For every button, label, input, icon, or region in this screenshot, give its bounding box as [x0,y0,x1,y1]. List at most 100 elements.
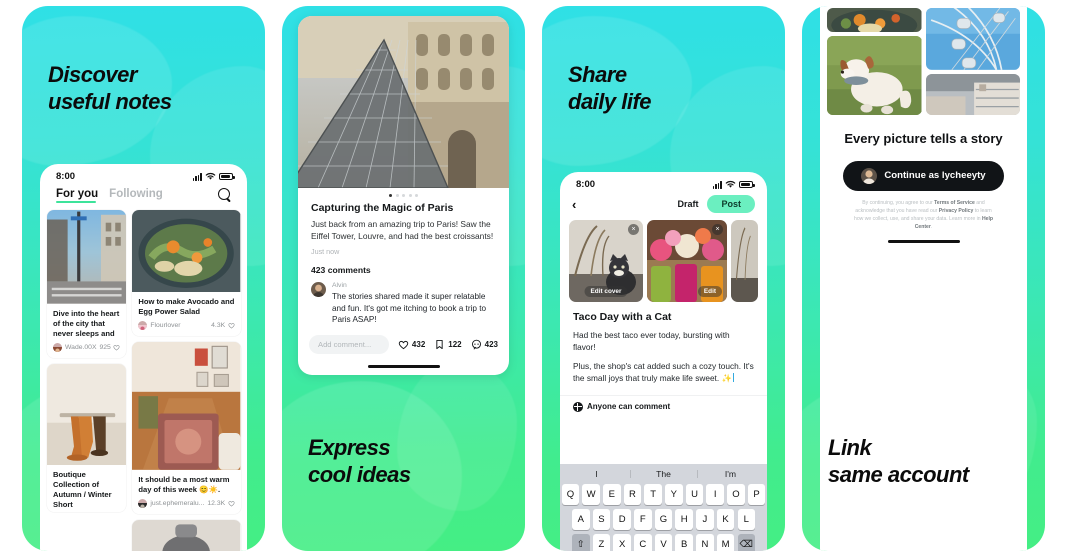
add-comment-input[interactable]: Add comment... [309,334,389,354]
key-k[interactable]: K [716,509,735,530]
card-image [132,210,241,293]
feed-column-left: Dive into the heart of the city that nev… [47,210,127,551]
suggestion[interactable]: The [630,469,697,479]
note-title: Capturing the Magic of Paris [311,202,454,214]
note-detail-card: Capturing the Magic of Paris Just back f… [298,16,509,375]
card-username[interactable]: just.ephemeralu... [150,500,204,507]
card-likes[interactable]: 925 [100,344,121,351]
key-a[interactable]: A [572,509,590,530]
edit-chip[interactable]: Edit [697,286,722,297]
edit-cover-chip[interactable]: Edit cover [584,286,628,297]
key-p[interactable]: P [747,484,766,505]
bookmark-icon [436,339,443,349]
photo-street[interactable] [925,73,1021,116]
comment-permission[interactable]: Anyone can comment [560,394,767,420]
carousel-dots[interactable] [298,188,509,199]
suggestion[interactable]: I'm [697,469,764,479]
avatar[interactable] [311,282,326,298]
heart-icon [228,500,235,507]
draft-button[interactable]: Draft [677,199,698,209]
tab-following[interactable]: Following [109,188,163,203]
suggestion[interactable]: I [563,469,630,479]
comment-reply-count: 423 [484,339,498,349]
photo-grid [820,6,1027,116]
comment-action[interactable]: 423 [471,339,498,350]
key-s[interactable]: S [592,509,611,530]
card-username[interactable]: Wade.00X [65,344,97,351]
terms-of-service-link[interactable]: Terms of Service [934,200,975,206]
signin-section: Every picture tells a story Continue as … [820,115,1027,243]
bookmark-action[interactable]: 122 [434,339,462,350]
card-meta: just.ephemeralu... 12.3K [132,497,240,514]
feed-card[interactable]: Boutique Collection of Autumn / Winter S… [47,363,127,513]
key-q[interactable]: Q [561,484,580,505]
like-action[interactable]: 432 [398,339,425,350]
photo-salad[interactable] [827,8,922,33]
feed-grid: Dive into the heart of the city that nev… [40,210,247,551]
key-l[interactable]: L [737,509,755,530]
composer-actions: Draft Post [677,195,755,213]
key-u[interactable]: U [685,484,704,505]
key-g[interactable]: G [654,509,673,530]
key-m[interactable]: M [716,534,735,551]
screenshot-gallery: Discover useful notes 8:00 For you Follo… [0,0,1080,557]
media-thumb[interactable] [731,220,758,302]
phone-mock-composer: 8:00 ‹ Draft Post × Edit cover × Edit Ta… [560,172,767,551]
key-y[interactable]: Y [665,484,683,505]
back-chevron-icon[interactable]: ‹ [572,198,576,211]
key-o[interactable]: O [727,484,745,505]
key-j[interactable]: J [696,509,714,530]
composer-paragraph[interactable]: Plus, the shop's cat added such a cozy t… [560,360,767,391]
legal-text: By continuing, you agree to our Terms of… [836,191,1011,232]
post-button[interactable]: Post [707,195,755,213]
key-d[interactable]: D [613,509,631,530]
card-username[interactable]: Flourlover [150,322,208,329]
key-x[interactable]: X [613,534,631,551]
composer-paragraph[interactable]: Had the best taco ever today, bursting w… [560,329,767,360]
feed-card[interactable]: How to make Avocado and Egg Power Salad … [132,210,241,337]
key-b[interactable]: B [675,534,693,551]
comment-count: 423 comments [311,265,371,276]
tab-for-you[interactable]: For you [56,188,98,203]
composer-title[interactable]: Taco Day with a Cat [560,302,767,329]
key-v[interactable]: V [654,534,673,551]
media-thumb[interactable]: × Edit cover [569,220,643,302]
wifi-icon [725,180,736,188]
note-body: Just back from an amazing trip to Paris!… [311,219,494,242]
heart-icon [113,344,120,351]
key-c[interactable]: C [634,534,652,551]
wifi-icon [205,172,216,180]
privacy-policy-link[interactable]: Privacy Policy [939,208,974,214]
feed-card[interactable]: Dive into the heart of the city that nev… [47,210,127,358]
media-thumb[interactable]: × Edit [647,220,727,302]
search-icon[interactable] [218,188,233,203]
key-z[interactable]: Z [592,534,611,551]
key-i[interactable]: I [706,484,724,505]
photo-column-right [925,8,1021,116]
key-w[interactable]: W [582,484,600,505]
card-image [132,520,241,551]
backspace-key[interactable]: ⌫ [737,534,755,551]
home-indicator [887,239,960,243]
key-r[interactable]: R [623,484,642,505]
feed-card[interactable]: It should be a most warm day of this wee… [132,342,241,515]
key-f[interactable]: F [634,509,652,530]
continue-as-button[interactable]: Continue as lycheeyty [843,160,1004,191]
remove-media-button[interactable]: × [712,224,723,235]
key-h[interactable]: H [675,509,693,530]
photo-dog[interactable] [827,36,922,116]
keyboard-row-1: Q W E R T Y U I O P [561,484,766,505]
status-time: 8:00 [576,179,596,190]
photo-ferris-wheel[interactable] [925,8,1021,70]
comment-author[interactable]: Alvin [332,282,496,289]
key-t[interactable]: T [644,484,662,505]
card-meta: Flourlover 4.3K [132,319,240,336]
card-likes[interactable]: 4.3K [211,322,235,329]
feed-card[interactable] [132,520,241,551]
shift-key[interactable]: ⇧ [572,534,590,551]
key-e[interactable]: E [603,484,621,505]
remove-media-button[interactable]: × [628,224,639,235]
card-likes[interactable]: 12.3K [207,500,235,507]
signal-icon [712,181,722,189]
key-n[interactable]: N [696,534,714,551]
